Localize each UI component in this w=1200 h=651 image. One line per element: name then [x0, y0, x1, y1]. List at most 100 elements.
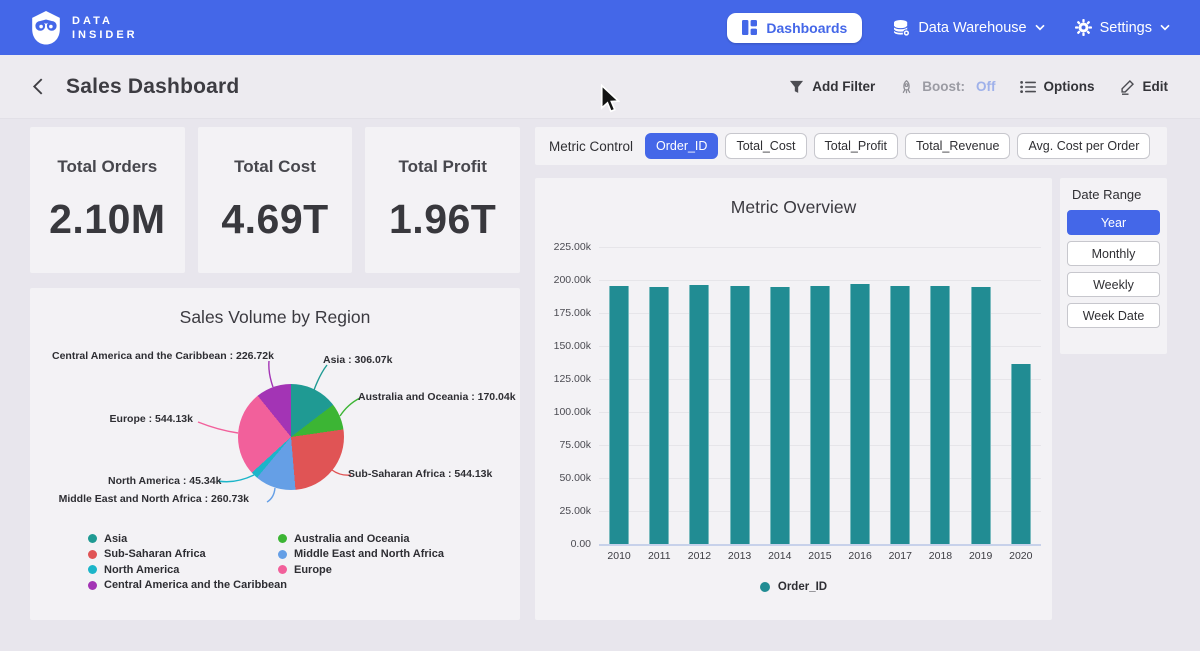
date-range-option-monthly[interactable]: Monthly	[1067, 241, 1160, 266]
x-tick-label: 2012	[679, 550, 719, 562]
x-tick-label: 2011	[639, 550, 679, 562]
nav-dashboards-button[interactable]: Dashboards	[727, 13, 862, 43]
legend-item[interactable]: North America	[88, 564, 287, 576]
metric-option-avg-cost-per-order[interactable]: Avg. Cost per Order	[1017, 133, 1150, 159]
date-range-option-week-date[interactable]: Week Date	[1067, 303, 1160, 328]
pie-leader-line	[340, 398, 360, 416]
legend-item[interactable]: Sub-Saharan Africa	[88, 549, 287, 561]
pie-leader-line	[198, 422, 238, 433]
x-tick-label: 2013	[720, 550, 760, 562]
y-tick-label: 100.00k	[535, 406, 591, 418]
pie-slice-label: Sub-Saharan Africa : 544.13k	[348, 468, 492, 480]
pie-chart-title: Sales Volume by Region	[30, 288, 520, 328]
boost-toggle[interactable]: Boost:Off	[899, 79, 995, 95]
page-header: Sales Dashboard Add Filter Boost:Off Opt…	[0, 55, 1200, 119]
bar[interactable]	[971, 287, 991, 545]
pie-leader-line	[314, 365, 327, 390]
pie-chart-card: Sales Volume by Region Asia : 306.07k Aus…	[30, 288, 520, 620]
nav-settings[interactable]: Settings	[1075, 19, 1170, 36]
y-tick-label: 125.00k	[535, 373, 591, 385]
pie-slice-label: Central America and the Caribbean : 226.…	[52, 350, 242, 362]
nav-data-warehouse[interactable]: Data Warehouse	[892, 19, 1044, 37]
bar-legend[interactable]: Order_ID	[535, 581, 1052, 593]
x-tick-label: 2010	[599, 550, 639, 562]
kpi-card-total-cost: Total Cost 4.69T	[198, 127, 353, 273]
owl-logo-icon	[30, 11, 62, 45]
bar[interactable]	[689, 285, 709, 545]
bar[interactable]	[609, 286, 629, 544]
pie-leader-line	[269, 361, 273, 387]
pie-leader-line	[218, 475, 254, 482]
chevron-down-icon	[1160, 24, 1170, 31]
legend-dot	[278, 534, 287, 543]
legend-dot	[88, 550, 97, 559]
metric-options: Order_ID Total_Cost Total_ProfitTotal_Reve…	[645, 133, 1150, 159]
pie-slice-label: Middle East and North Africa : 260.73k	[57, 493, 249, 505]
bar[interactable]	[890, 286, 910, 544]
pie-slice-label: Asia : 306.07k	[323, 354, 392, 366]
list-icon	[1020, 80, 1036, 94]
metric-option-total-cost[interactable]: Total_Cost	[725, 133, 806, 159]
metric-option-total-profit[interactable]: Total_Profit	[814, 133, 899, 159]
bar[interactable]	[770, 287, 790, 545]
date-range-options: Year Monthly Weekly Week Date	[1067, 210, 1160, 328]
pie-chart[interactable]	[238, 384, 344, 490]
add-filter-button[interactable]: Add Filter	[789, 79, 875, 94]
filter-funnel-icon	[789, 80, 804, 94]
nav-dashboards-label: Dashboards	[766, 20, 847, 36]
metric-option-order-id[interactable]: Order_ID	[645, 133, 718, 159]
bar[interactable]	[930, 286, 950, 544]
date-range-panel: Date Range YearMonthlyWeeklyWeek Date	[1060, 178, 1167, 354]
legend-label: Sub-Saharan Africa	[104, 548, 206, 560]
legend-item[interactable]: Europe	[278, 564, 444, 576]
legend-label: North America	[104, 564, 179, 576]
pie-leader-line	[267, 488, 275, 502]
legend-label: Central America and the Caribbean	[104, 579, 287, 591]
date-range-option-weekly[interactable]: Weekly	[1067, 272, 1160, 297]
legend-item[interactable]: Asia	[88, 533, 287, 545]
options-button[interactable]: Options	[1020, 79, 1095, 94]
x-tick-label: 2015	[800, 550, 840, 562]
pencil-icon	[1119, 79, 1135, 95]
boost-label: Boost:	[922, 79, 965, 94]
legend-label: Middle East and North Africa	[294, 548, 444, 560]
kpi-label: Total Cost	[234, 157, 316, 177]
bar-chart-title: Metric Overview	[535, 178, 1052, 218]
x-tick-label: 2016	[840, 550, 880, 562]
legend-dot	[760, 582, 770, 592]
gear-icon	[1075, 19, 1092, 36]
date-range-option-year[interactable]: Year	[1067, 210, 1160, 235]
x-axis-labels: 2010201120122013201420152016201720182019…	[599, 550, 1041, 562]
pie-slice-label: North America : 45.34k	[108, 475, 213, 487]
legend-item[interactable]: Australia and Oceania	[278, 533, 444, 545]
metric-control-label: Metric Control	[549, 139, 633, 154]
add-filter-label: Add Filter	[812, 79, 875, 94]
brand-line-2: INSIDER	[72, 28, 138, 42]
chevron-down-icon	[1035, 24, 1045, 31]
legend-dot	[278, 550, 287, 559]
legend-item[interactable]: Central America and the Caribbean	[88, 580, 287, 592]
kpi-value: 4.69T	[221, 196, 328, 243]
nav-data-warehouse-label: Data Warehouse	[918, 20, 1026, 36]
brand: DATA INSIDER	[30, 11, 138, 45]
x-axis-line	[599, 544, 1041, 546]
metric-option-total-revenue[interactable]: Total_Revenue	[905, 133, 1010, 159]
bar[interactable]	[649, 287, 669, 545]
page-title: Sales Dashboard	[66, 75, 239, 99]
x-tick-label: 2014	[760, 550, 800, 562]
bar[interactable]	[730, 286, 750, 544]
metric-control-bar: Metric Control Order_ID Total_Cost Total_P…	[535, 127, 1167, 165]
legend-label: Europe	[294, 564, 332, 576]
back-button[interactable]	[32, 77, 44, 96]
edit-button[interactable]: Edit	[1119, 79, 1169, 95]
edit-label: Edit	[1143, 79, 1169, 94]
bar[interactable]	[810, 286, 830, 544]
dashboards-grid-icon	[742, 20, 757, 35]
options-label: Options	[1044, 79, 1095, 94]
legend-item[interactable]: Middle East and North Africa	[278, 549, 444, 561]
bar[interactable]	[1011, 364, 1031, 544]
bar[interactable]	[850, 284, 870, 544]
kpi-value: 2.10M	[49, 196, 165, 243]
y-tick-label: 200.00k	[535, 274, 591, 286]
legend-label: Australia and Oceania	[294, 533, 410, 545]
